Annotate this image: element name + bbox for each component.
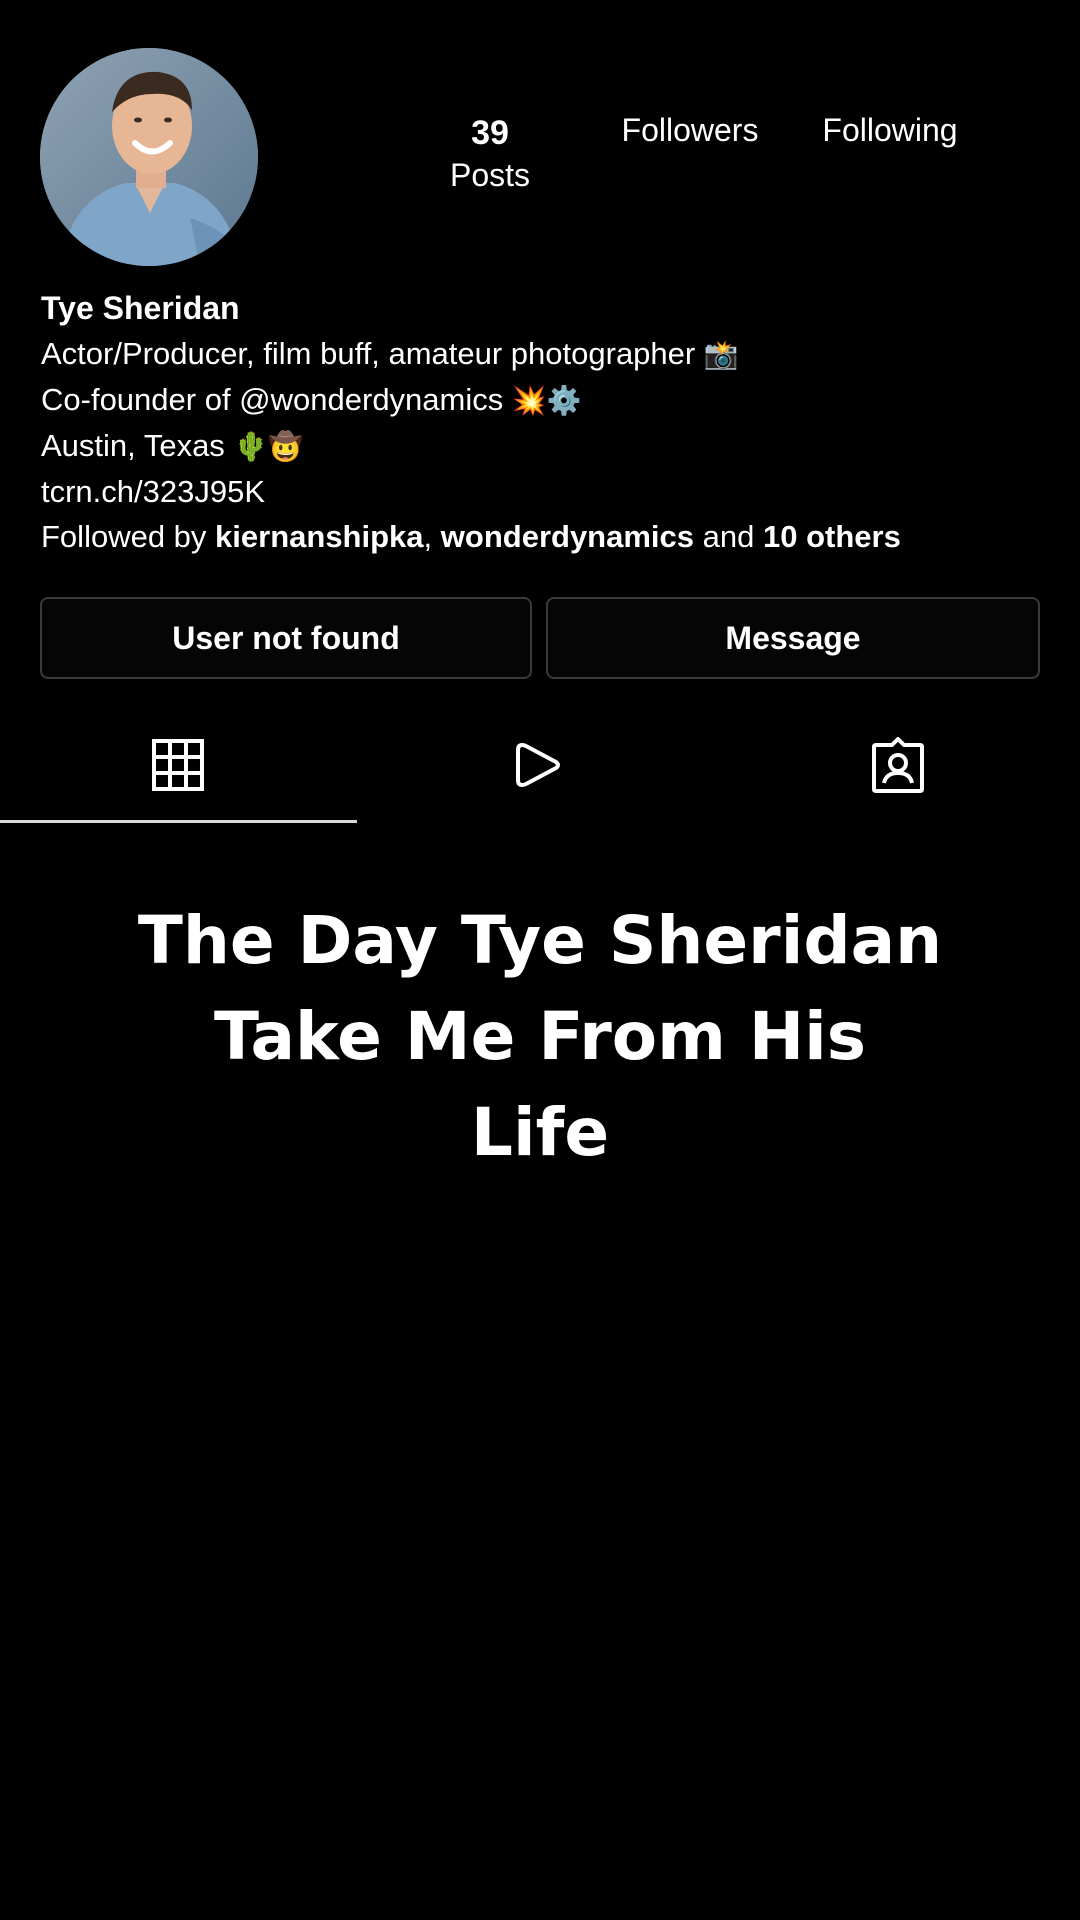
camera-flash-icon: 📸 (703, 339, 739, 370)
avatar[interactable] (40, 48, 258, 266)
tagged-icon (872, 737, 924, 793)
collision-gear-icon: 💥⚙️ (511, 385, 582, 416)
followed-by-and: and (702, 519, 755, 554)
tab-tagged[interactable] (868, 735, 928, 795)
followed-by-others: 10 others (763, 519, 901, 554)
bio-text-2[interactable]: Co-founder of @wonderdynamics (41, 382, 503, 417)
tab-reels[interactable] (508, 735, 568, 795)
cactus-cowboy-icon: 🌵🤠 (233, 431, 304, 462)
followed-by-user-1: kiernanshipka (215, 519, 424, 554)
followed-by-prefix: Followed by (41, 519, 207, 554)
bio-link[interactable]: tcrn.ch/323J95K (41, 469, 1051, 514)
followers-stat[interactable]: Followers (600, 110, 780, 150)
caption-line-2: Take Me From His (214, 998, 866, 1075)
message-button[interactable]: Message (546, 597, 1040, 679)
following-label: Following (822, 112, 958, 148)
caption-line-1: The Day Tye Sheridan (137, 902, 943, 979)
tab-posts-grid[interactable] (148, 735, 208, 795)
bio-text-1: Actor/Producer, film buff, amateur photo… (41, 336, 696, 371)
followed-by[interactable]: Followed by kiernanshipka, wonderdynamic… (41, 514, 1051, 559)
following-stat[interactable]: Following (800, 110, 980, 150)
bio-line-1: Actor/Producer, film buff, amateur photo… (41, 331, 1051, 377)
user-not-found-button[interactable]: User not found (40, 597, 532, 679)
profile-name: Tye Sheridan (41, 290, 240, 326)
bio-line-2: Co-founder of @wonderdynamics 💥⚙️ (41, 377, 1051, 423)
profile-bio: Tye Sheridan Actor/Producer, film buff, … (41, 286, 1051, 559)
caption-overlay: The Day Tye Sheridan Take Me From His Li… (40, 893, 1040, 1181)
bio-text-3: Austin, Texas (41, 428, 225, 463)
posts-stat[interactable]: 39 Posts (420, 112, 560, 195)
caption-line-3: Life (470, 1094, 610, 1171)
followed-by-separator: , (423, 519, 433, 554)
profile-photo (40, 48, 258, 266)
followed-by-user-2: wonderdynamics (440, 519, 695, 554)
active-tab-indicator (0, 820, 357, 823)
bio-line-3: Austin, Texas 🌵🤠 (41, 423, 1051, 469)
reels-icon (516, 743, 560, 787)
followers-label: Followers (621, 112, 759, 148)
posts-label: Posts (449, 156, 531, 193)
grid-icon (152, 739, 204, 791)
posts-count: 39 (471, 114, 509, 152)
